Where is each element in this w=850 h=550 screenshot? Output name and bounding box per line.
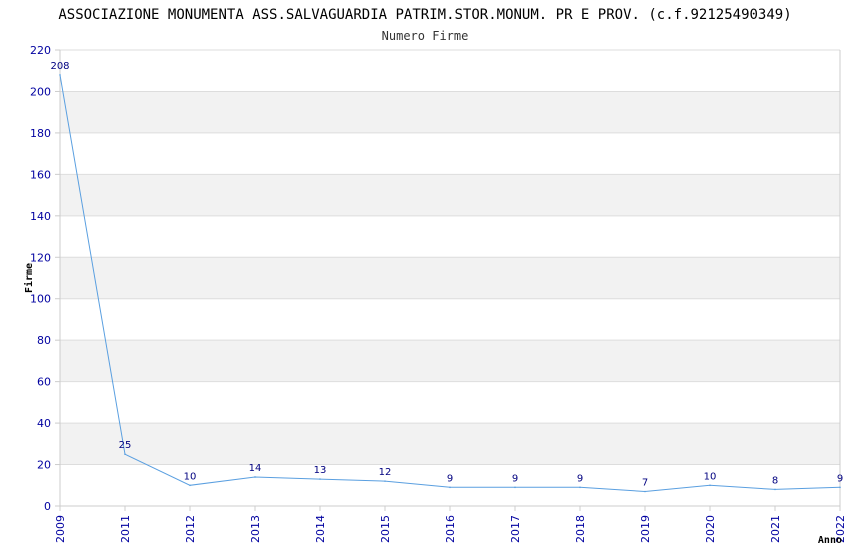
data-point (514, 486, 516, 489)
x-tick-label: 2020 (704, 515, 717, 543)
y-tick-label: 160 (30, 168, 51, 181)
data-label: 14 (249, 463, 262, 474)
grid-band (60, 257, 840, 299)
chart-subtitle: Numero Firme (382, 29, 469, 43)
grid-band (60, 340, 840, 382)
data-label: 8 (772, 475, 778, 486)
x-tick-label: 2018 (574, 515, 587, 543)
y-tick-label: 40 (37, 417, 51, 430)
data-point (644, 490, 646, 493)
data-point (59, 74, 61, 76)
x-tick-label: 2016 (444, 515, 457, 543)
data-point (579, 486, 581, 489)
y-tick-label: 200 (30, 85, 51, 98)
data-label: 208 (50, 61, 69, 72)
grid-band (60, 174, 840, 216)
x-tick-label: 2021 (769, 515, 782, 543)
line-chart: ASSOCIAZIONE MONUMENTA ASS.SALVAGUARDIA … (23, 7, 847, 546)
data-point (774, 488, 776, 491)
y-tick-label: 120 (30, 251, 51, 264)
x-axis-label: Anno (818, 535, 842, 546)
x-tick-label: 2019 (639, 515, 652, 543)
data-label: 9 (447, 473, 453, 484)
data-label: 10 (704, 471, 717, 482)
data-point (839, 486, 841, 489)
data-point (124, 453, 126, 455)
data-label: 12 (379, 467, 392, 478)
x-tick-label: 2011 (119, 515, 132, 543)
x-tick-label: 2015 (379, 515, 392, 543)
data-label: 7 (642, 477, 648, 488)
data-label: 25 (119, 440, 132, 451)
data-label: 13 (314, 465, 327, 476)
data-label: 9 (577, 473, 583, 484)
data-label: 9 (837, 473, 843, 484)
y-tick-label: 0 (44, 500, 51, 513)
y-axis-label: Firme (23, 263, 35, 293)
y-tick-label: 220 (30, 44, 51, 57)
data-point (254, 476, 256, 478)
data-point (189, 484, 191, 487)
data-point (319, 478, 321, 480)
data-label: 9 (512, 473, 518, 484)
y-tick-label: 20 (37, 459, 51, 472)
data-point (449, 486, 451, 489)
x-tick-label: 2009 (54, 515, 67, 543)
y-tick-label: 100 (30, 293, 51, 306)
y-tick-label: 60 (37, 376, 51, 389)
x-tick-label: 2014 (314, 515, 327, 543)
grid-band (60, 423, 840, 465)
y-tick-label: 180 (30, 127, 51, 140)
data-point (384, 480, 386, 482)
plot-background (60, 50, 840, 506)
grid-band (60, 91, 840, 133)
chart-title: ASSOCIAZIONE MONUMENTA ASS.SALVAGUARDIA … (58, 7, 791, 23)
x-axis-ticks: 2009 2011 2012 2013 2014 2015 2016 2017 2018 2019… (54, 506, 847, 543)
y-tick-label: 80 (37, 334, 51, 347)
data-point (709, 484, 711, 487)
x-tick-label: 2012 (184, 515, 197, 543)
x-tick-label: 2013 (249, 515, 262, 543)
x-tick-label: 2017 (509, 515, 522, 543)
y-tick-label: 140 (30, 210, 51, 223)
data-label: 10 (184, 471, 197, 482)
